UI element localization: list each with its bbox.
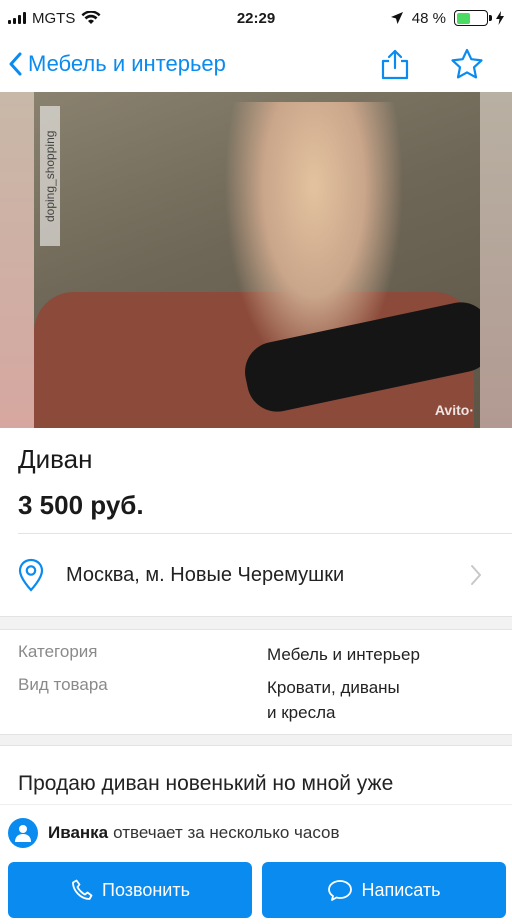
back-button[interactable]: Мебель и интерьер: [8, 51, 226, 77]
location-arrow-icon: [390, 12, 403, 24]
description-text: Продаю диван новенький но мной уже: [18, 772, 394, 795]
location-text: Москва, м. Новые Черемушки: [66, 563, 345, 586]
listing-price: 3 500 руб.: [18, 490, 144, 520]
status-bar: MGTS 22:29 48 %: [0, 0, 512, 36]
param-value: Кровати, диваны и кресла: [267, 675, 400, 725]
avito-watermark: Avito·: [434, 402, 474, 418]
status-left: MGTS: [8, 10, 101, 27]
nav-bar: Мебель и интерьер: [0, 36, 512, 92]
location-pin-icon: [18, 558, 44, 592]
back-label: Мебель и интерьер: [28, 51, 226, 76]
param-value-line: Кровати, диваны: [267, 678, 400, 697]
avatar: [8, 817, 38, 848]
call-button[interactable]: Позвонить: [8, 862, 252, 918]
seller-name: Иванка: [48, 822, 109, 842]
battery-fill: [456, 12, 471, 24]
charging-icon: [496, 11, 504, 25]
section-gap: [0, 616, 512, 630]
star-icon[interactable]: [450, 48, 484, 80]
chevron-left-icon: [9, 52, 22, 76]
carrier-label: MGTS: [32, 9, 76, 27]
message-label: Написать: [361, 879, 441, 900]
message-button[interactable]: Написать: [262, 862, 506, 918]
seller-response: отвечает за несколько часов: [113, 822, 340, 842]
call-label: Позвонить: [102, 879, 190, 900]
listing-title: Диван: [18, 444, 93, 474]
watermark-vertical: doping_shopping: [40, 106, 60, 246]
seller-bar[interactable]: Иванка отвечает за несколько часов: [0, 804, 512, 860]
signal-icon: [8, 12, 26, 24]
photo-edge-left: [0, 92, 34, 428]
chevron-right-icon: [471, 565, 481, 585]
param-row-type: Вид товара Кровати, диваны и кресла: [18, 675, 498, 725]
user-icon: [15, 824, 31, 842]
location-row[interactable]: Москва, м. Новые Черемушки: [0, 534, 512, 616]
listing-photo[interactable]: doping_shopping Avito·: [0, 92, 512, 428]
phone-icon: [72, 879, 93, 900]
share-icon[interactable]: [380, 48, 410, 80]
photo-main: [34, 92, 499, 428]
chat-bubble-icon: [328, 880, 353, 901]
param-value-line: и кресла: [267, 703, 336, 722]
params-list: Категория Мебель и интерьер Вид товара К…: [18, 642, 498, 733]
param-label: Категория: [18, 642, 98, 661]
param-label: Вид товара: [18, 675, 108, 694]
battery-icon: [454, 10, 492, 26]
nav-actions: [380, 48, 504, 80]
section-gap: [0, 734, 512, 746]
param-row-category: Категория Мебель и интерьер: [18, 642, 498, 667]
status-right: 48 %: [390, 10, 504, 27]
battery-percent: 48 %: [411, 9, 446, 27]
action-bar: Позвонить Написать: [0, 860, 512, 924]
wifi-icon: [81, 11, 101, 24]
param-value-line: Мебель и интерьер: [267, 645, 420, 664]
photo-edge-right: [480, 92, 512, 428]
param-value: Мебель и интерьер: [267, 642, 420, 667]
